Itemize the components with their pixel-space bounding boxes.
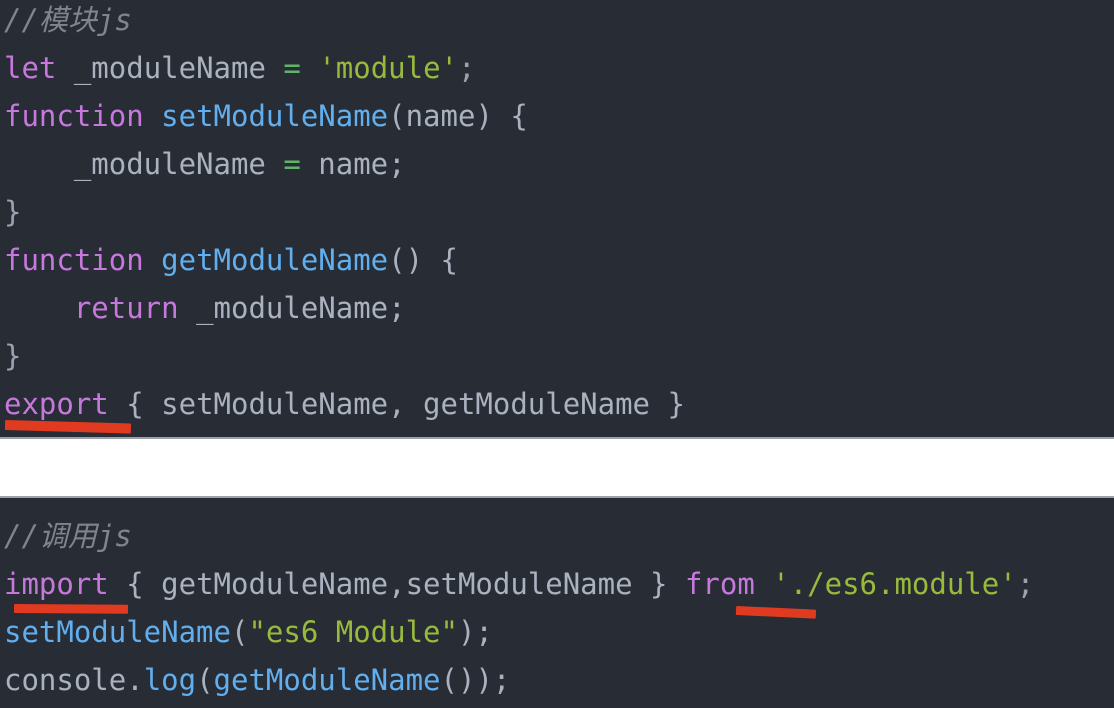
code-token-punct: }: [4, 195, 22, 229]
code-token-keyword: function: [4, 99, 144, 133]
code-line[interactable]: export { setModuleName, getModuleName }: [0, 380, 1114, 428]
code-line[interactable]: import { getModuleName,setModuleName } f…: [0, 560, 1114, 608]
code-token-func: setModuleName: [161, 99, 389, 133]
code-line[interactable]: }: [0, 332, 1114, 380]
code-token-plain: _moduleName: [4, 147, 284, 181]
code-token-func: getModuleName: [161, 243, 389, 277]
code-token-func: log: [143, 663, 197, 697]
code-line[interactable]: let _moduleName = 'module';: [0, 44, 1114, 92]
code-token-plain: (: [230, 615, 249, 649]
code-token-plain: (: [196, 663, 214, 697]
code-token-func: getModuleName: [213, 663, 441, 697]
code-token-keyword: let: [4, 51, 57, 85]
code-line[interactable]: console.log(getModuleName());: [0, 656, 1114, 704]
code-token-plain: () {: [388, 243, 458, 277]
code-token-string: "es6 Module": [248, 615, 458, 649]
code-token-comment: //调用js: [4, 519, 132, 553]
code-line[interactable]: return _moduleName;: [0, 284, 1114, 332]
code-line-container: //调用js import { getModuleName,setModuleNa…: [0, 512, 1114, 704]
code-token-plain: );: [457, 615, 493, 649]
code-token-comment: //模块js: [4, 3, 132, 37]
code-token-string: 'module': [318, 51, 458, 85]
annotation-underline-import: [13, 604, 129, 614]
code-screenshot-composite: //模块js let _moduleName = 'module'; functio…: [0, 0, 1114, 708]
code-token-keyword: import: [4, 567, 109, 601]
code-token-plain: (name) {: [388, 99, 528, 133]
code-token-keyword: export: [4, 387, 109, 421]
code-token-plain: .: [126, 663, 144, 697]
code-token-punct: }: [4, 339, 22, 373]
code-token-operator: =: [283, 51, 301, 85]
code-token-plain: ());: [440, 663, 511, 697]
panel-separator-gap: [0, 441, 1114, 496]
code-line[interactable]: }: [0, 188, 1114, 236]
code-token-keyword: return: [73, 291, 179, 325]
code-token-plain: { setModuleName, getModuleName }: [108, 387, 685, 421]
code-token-plain: _moduleName;: [178, 291, 406, 325]
code-token-punct: ;: [458, 51, 476, 85]
code-token-plain: name;: [300, 147, 406, 181]
code-line[interactable]: //调用js: [0, 512, 1114, 560]
code-token-plain: _moduleName: [56, 51, 284, 85]
code-token-plain: console: [4, 663, 127, 697]
code-line[interactable]: function getModuleName() {: [0, 236, 1114, 284]
code-line[interactable]: setModuleName("es6 Module");: [0, 608, 1114, 656]
code-panel-caller-file: //调用js import { getModuleName,setModuleNa…: [0, 496, 1114, 708]
code-token-punct: ;: [1016, 567, 1035, 601]
code-token-func: setModuleName: [4, 615, 231, 649]
code-line[interactable]: function setModuleName(name) {: [0, 92, 1114, 140]
code-line[interactable]: _moduleName = name;: [0, 140, 1114, 188]
code-token-keyword: from: [684, 567, 755, 601]
code-line[interactable]: //模块js: [0, 0, 1114, 44]
code-token-string: './es6.module': [772, 567, 1017, 601]
code-token-plain: { getModuleName,setModuleName }: [108, 567, 685, 601]
code-line-container: //模块js let _moduleName = 'module'; functio…: [0, 0, 1114, 428]
code-token-operator: =: [283, 147, 301, 181]
code-panel-module-file: //模块js let _moduleName = 'module'; functio…: [0, 0, 1114, 439]
code-token-keyword: function: [4, 243, 144, 277]
